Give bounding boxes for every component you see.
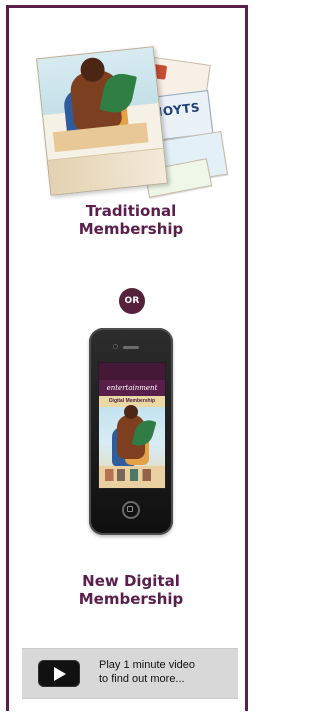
membership-panel: HOYTS Traditional Membership OR entertai… [6,5,248,711]
video-banner[interactable]: Play 1 minute video to find out more... [22,648,238,699]
book-cover-beach [52,122,149,153]
membership-book-cover [36,46,168,196]
play-triangle-icon [54,666,66,681]
phone-screen-artwork [99,405,165,488]
traditional-membership-label: Traditional Membership [78,202,184,239]
or-badge: OR [119,288,145,314]
video-cta-text[interactable]: Play 1 minute video to find out more... [99,658,225,686]
play-icon[interactable] [38,660,80,687]
panel-content: HOYTS Traditional Membership OR entertai… [9,8,245,711]
digital-membership-phone-image: entertainment Digital Membership [89,328,173,535]
phone-screen: entertainment Digital Membership [98,362,166,489]
phone-camera-icon [113,344,118,349]
phone-screen-brand: entertainment [99,380,165,396]
phone-speaker-icon [123,346,139,349]
phone-screen-topbar [99,363,165,380]
digital-membership-label: New Digital Membership [78,572,184,609]
traditional-membership-image: HOYTS [36,46,229,198]
home-button-icon [122,501,140,519]
phone-screen-people [105,469,151,481]
